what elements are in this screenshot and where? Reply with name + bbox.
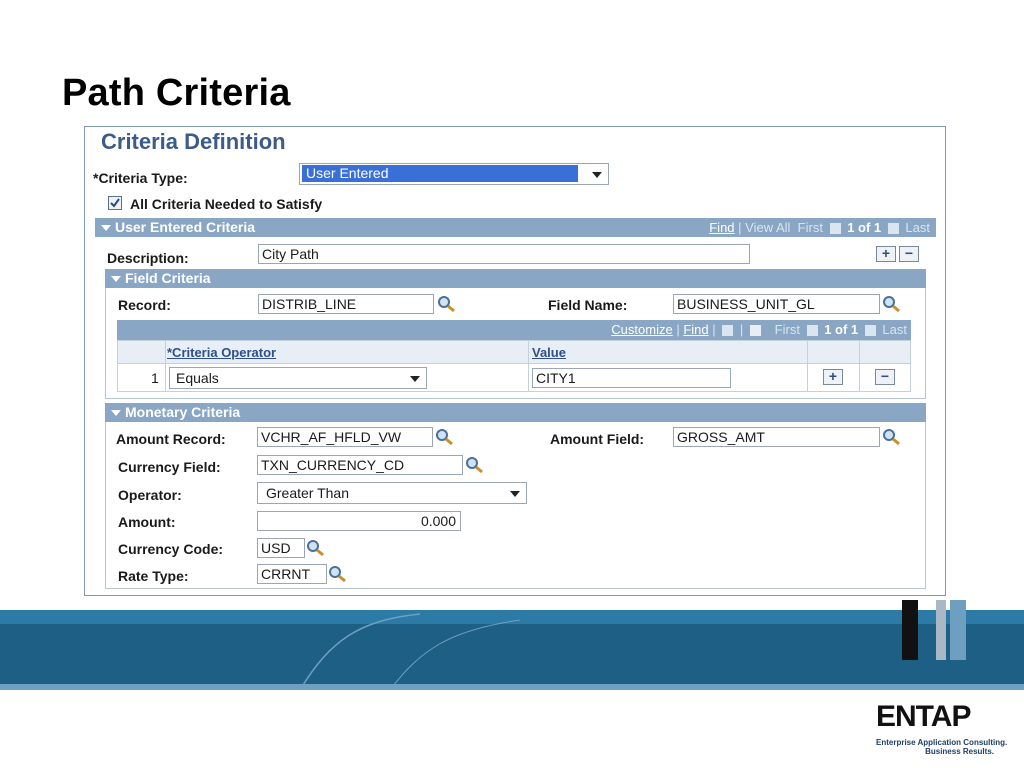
- search-icon[interactable]: [882, 295, 902, 313]
- criteria-definition-panel: Criteria Definition *Criteria Type: User…: [84, 126, 946, 596]
- monetary-criteria-header: Monetary Criteria: [105, 403, 926, 422]
- criteria-operator-select[interactable]: Equals: [169, 367, 427, 389]
- search-icon[interactable]: [437, 295, 457, 313]
- add-row-button[interactable]: +: [876, 246, 896, 262]
- grid-view-icon[interactable]: [749, 325, 761, 337]
- find-link[interactable]: Find: [683, 322, 708, 337]
- search-icon[interactable]: [328, 565, 348, 583]
- rate-type-input[interactable]: CRRNT: [257, 564, 327, 584]
- column-header-operator[interactable]: *Criteria Operator: [167, 344, 276, 362]
- amount-field-input[interactable]: GROSS_AMT: [673, 427, 880, 447]
- field-criteria-title: Field Criteria: [125, 270, 211, 286]
- monetary-criteria-title: Monetary Criteria: [125, 404, 241, 420]
- chevron-down-icon: [410, 376, 420, 382]
- user-entered-criteria-title: User Entered Criteria: [115, 219, 256, 235]
- prev-arrow-icon[interactable]: [806, 325, 818, 337]
- field-criteria-header: Field Criteria: [105, 269, 926, 288]
- delete-row-button[interactable]: −: [875, 369, 895, 385]
- row-number: 1: [151, 370, 159, 386]
- slide-title: Path Criteria: [62, 72, 291, 114]
- add-row-button[interactable]: +: [823, 369, 843, 385]
- search-icon[interactable]: [882, 428, 902, 446]
- currency-code-input[interactable]: USD: [257, 538, 305, 558]
- description-input[interactable]: City Path: [258, 244, 750, 264]
- row-count: 1 of 1: [847, 220, 882, 235]
- first-link[interactable]: First: [798, 220, 823, 235]
- next-arrow-icon[interactable]: [887, 223, 899, 235]
- scroll-nav: Find | View All First 1 of 1 Last: [709, 220, 930, 235]
- customize-link[interactable]: Customize: [611, 322, 672, 337]
- collapse-icon[interactable]: [101, 225, 111, 231]
- field-name-input[interactable]: BUSINESS_UNIT_GL: [673, 294, 880, 314]
- last-link[interactable]: Last: [905, 220, 930, 235]
- prev-arrow-icon[interactable]: [829, 223, 841, 235]
- all-criteria-label: All Criteria Needed to Satisfy: [130, 196, 323, 212]
- amount-record-label: Amount Record:: [116, 431, 226, 447]
- search-icon[interactable]: [465, 456, 485, 474]
- collapse-icon[interactable]: [111, 276, 121, 282]
- amount-input[interactable]: 0.000: [257, 511, 461, 531]
- field-name-label: Field Name:: [548, 297, 628, 313]
- last-link[interactable]: Last: [882, 322, 907, 337]
- logo-tagline: Enterprise Application Consulting.: [876, 738, 1008, 747]
- rate-type-label: Rate Type:: [118, 568, 189, 584]
- collapse-icon[interactable]: [111, 410, 121, 416]
- chevron-down-icon: [592, 172, 602, 178]
- view-all-link[interactable]: View All: [745, 220, 790, 235]
- logo-tagline-2: Business Results.: [925, 747, 994, 756]
- search-icon[interactable]: [306, 539, 326, 557]
- footer-band: [0, 600, 1024, 690]
- first-link[interactable]: First: [775, 322, 800, 337]
- row-count: 1 of 1: [824, 322, 859, 337]
- page-title: Criteria Definition: [101, 129, 286, 154]
- amount-field-label: Amount Field:: [550, 431, 645, 447]
- search-icon[interactable]: [435, 428, 455, 446]
- amount-record-input[interactable]: VCHR_AF_HFLD_VW: [257, 427, 433, 447]
- currency-field-input[interactable]: TXN_CURRENCY_CD: [257, 455, 463, 475]
- record-label: Record:: [118, 297, 171, 313]
- column-header-value[interactable]: Value: [532, 344, 566, 362]
- value-input[interactable]: CITY1: [532, 368, 731, 388]
- operator-label: Operator:: [118, 487, 182, 503]
- currency-field-label: Currency Field:: [118, 459, 221, 475]
- download-icon[interactable]: [722, 325, 734, 337]
- grid-nav-bar: Customize | Find | | First 1 of 1 Last: [117, 320, 911, 340]
- record-input[interactable]: DISTRIB_LINE: [258, 294, 434, 314]
- criteria-type-select[interactable]: User Entered: [299, 163, 609, 185]
- user-entered-criteria-header: User Entered Criteria Find | View All Fi…: [95, 218, 936, 237]
- description-label: Description:: [107, 250, 189, 266]
- amount-label: Amount:: [118, 514, 176, 530]
- find-link[interactable]: Find: [709, 220, 734, 235]
- entap-logo: ENTAP Enterprise Application Consulting.…: [876, 700, 1008, 756]
- operator-select[interactable]: Greater Than: [257, 482, 527, 504]
- grid-nav: Customize | Find | | First 1 of 1 Last: [611, 322, 907, 337]
- checkmark-icon: [110, 198, 120, 208]
- chevron-down-icon: [510, 491, 520, 497]
- criteria-type-selected: User Entered: [302, 165, 578, 182]
- all-criteria-checkbox[interactable]: [108, 196, 122, 210]
- logo-text: ENTAP: [876, 700, 971, 733]
- next-arrow-icon[interactable]: [864, 325, 876, 337]
- delete-row-button[interactable]: −: [899, 246, 919, 262]
- criteria-type-label: *Criteria Type:: [93, 170, 188, 186]
- currency-code-label: Currency Code:: [118, 541, 224, 557]
